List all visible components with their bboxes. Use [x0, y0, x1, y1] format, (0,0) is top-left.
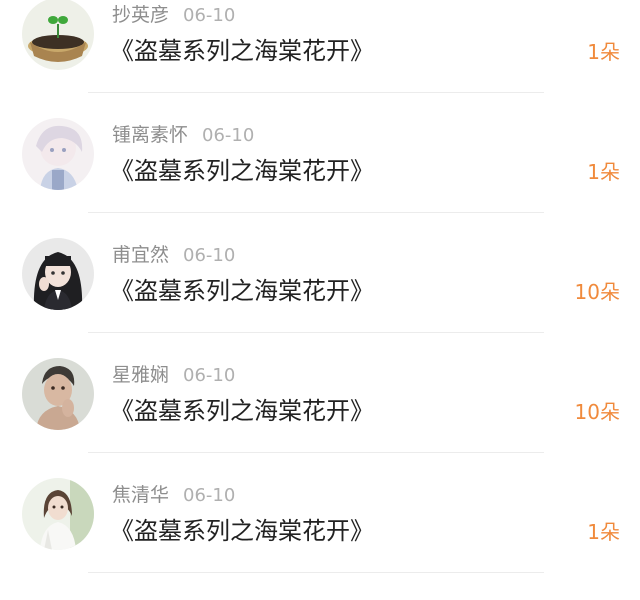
divider — [88, 212, 544, 213]
list-item[interactable]: 锺离素怀 06-10 《盗墓系列之海棠花开》 1朵 — [0, 118, 640, 238]
item-date: 06-10 — [202, 125, 255, 146]
item-date: 06-10 — [183, 485, 236, 506]
item-meta: 焦清华 06-10 — [112, 482, 235, 508]
man-photo-icon — [22, 358, 94, 430]
item-date: 06-10 — [183, 245, 236, 266]
divider — [88, 452, 544, 453]
item-meta: 甫宜然 06-10 — [112, 242, 235, 268]
flower-count: 1朵 — [587, 40, 620, 64]
user-name[interactable]: 焦清华 — [112, 484, 169, 506]
user-name[interactable]: 抄英彦 — [112, 4, 169, 26]
user-name[interactable]: 甫宜然 — [112, 244, 169, 266]
avatar[interactable] — [22, 238, 94, 310]
book-title[interactable]: 《盗墓系列之海棠花开》 — [110, 394, 374, 428]
woman-photo-icon — [22, 478, 94, 550]
user-name[interactable]: 星雅娴 — [112, 364, 169, 386]
anime-girl-icon — [22, 118, 94, 190]
avatar[interactable] — [22, 478, 94, 550]
divider — [88, 572, 544, 573]
item-meta: 星雅娴 06-10 — [112, 362, 235, 388]
avatar[interactable] — [22, 0, 94, 70]
flower-count: 10朵 — [574, 400, 620, 424]
user-name[interactable]: 锺离素怀 — [112, 124, 188, 146]
divider — [88, 332, 544, 333]
flower-count: 1朵 — [587, 520, 620, 544]
list-item[interactable]: 星雅娴 06-10 《盗墓系列之海棠花开》 10朵 — [0, 358, 640, 478]
girl-photo-icon — [22, 238, 94, 310]
item-date: 06-10 — [183, 365, 236, 386]
divider — [88, 92, 544, 93]
list-item[interactable]: 焦清华 06-10 《盗墓系列之海棠花开》 1朵 — [0, 478, 640, 598]
book-title[interactable]: 《盗墓系列之海棠花开》 — [110, 154, 374, 188]
gift-list: 抄英彦 06-10 《盗墓系列之海棠花开》 1朵 锺离素怀 06-10 《盗墓系列之… — [0, 0, 640, 600]
book-title[interactable]: 《盗墓系列之海棠花开》 — [110, 274, 374, 308]
list-item[interactable]: 甫宜然 06-10 《盗墓系列之海棠花开》 10朵 — [0, 238, 640, 358]
flower-count: 1朵 — [587, 160, 620, 184]
flower-count: 10朵 — [574, 280, 620, 304]
item-date: 06-10 — [183, 5, 236, 26]
avatar[interactable] — [22, 358, 94, 430]
book-title[interactable]: 《盗墓系列之海棠花开》 — [110, 514, 374, 548]
item-meta: 锺离素怀 06-10 — [112, 122, 254, 148]
list-item[interactable]: 抄英彦 06-10 《盗墓系列之海棠花开》 1朵 — [0, 0, 640, 118]
item-meta: 抄英彦 06-10 — [112, 2, 235, 28]
avatar[interactable] — [22, 118, 94, 190]
book-title[interactable]: 《盗墓系列之海棠花开》 — [110, 34, 374, 68]
plant-pot-icon — [22, 0, 94, 70]
